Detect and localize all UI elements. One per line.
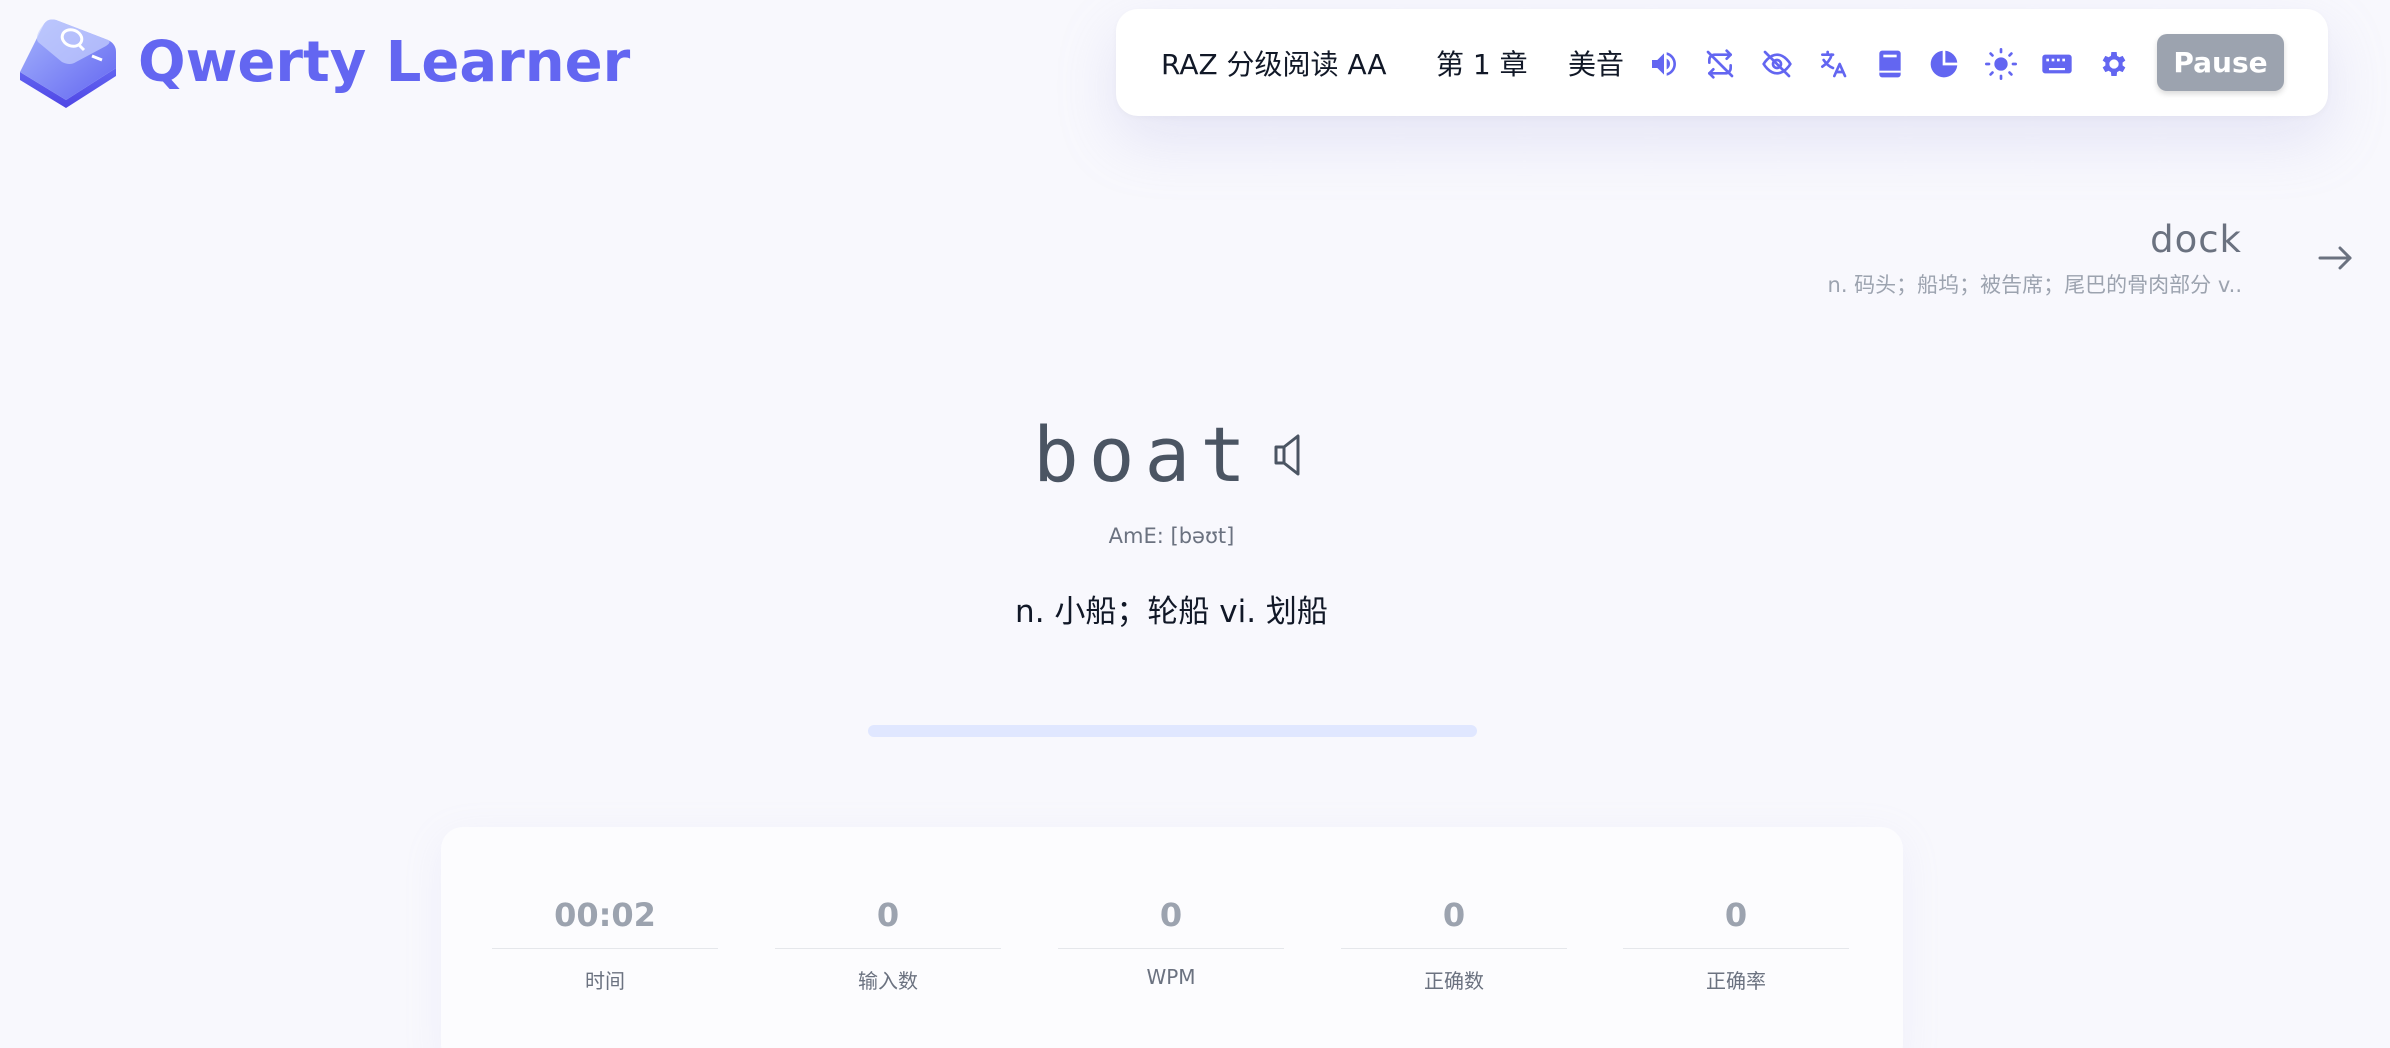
phonetic: AmE: [bəʊt] — [1108, 524, 1235, 548]
app-page: Qwerty Learner RAZ 分级阅读 AA 第 1 章 美音 Paus… — [0, 0, 2390, 1048]
app-title: Qwerty Learner — [138, 30, 631, 95]
pronunciation-selector[interactable]: 美音 — [1568, 9, 1624, 116]
stat-value: 0 — [1724, 896, 1748, 934]
keyboard-key-logo-icon — [20, 19, 116, 108]
translation-icon[interactable] — [1817, 48, 1849, 80]
stat-label: 输入数 — [858, 969, 918, 993]
progress-bar — [868, 725, 1477, 737]
divider — [1623, 948, 1849, 949]
divider — [492, 948, 718, 949]
current-word-row: boat — [0, 410, 2343, 499]
next-word-translation: n. 码头；船坞；被告席；尾巴的骨肉部分 v.. — [1827, 273, 2242, 297]
analysis-pie-icon[interactable] — [1928, 48, 1960, 80]
stat-value: 0 — [876, 896, 900, 934]
dictation-book-icon[interactable] — [1874, 48, 1906, 80]
divider — [1058, 948, 1284, 949]
logo[interactable]: Qwerty Learner — [16, 16, 630, 110]
current-word: boat — [1032, 410, 1257, 499]
hide-word-icon[interactable] — [1761, 48, 1793, 80]
next-word: dock — [2150, 218, 2242, 261]
stat-input-count: 0 输入数 — [775, 827, 1001, 994]
stat-value: 0 — [1159, 896, 1183, 934]
arrow-right-icon[interactable] — [2316, 242, 2356, 274]
chapter-selector[interactable]: 第 1 章 — [1436, 9, 1528, 116]
toolbar: RAZ 分级阅读 AA 第 1 章 美音 Pause — [1116, 9, 2328, 116]
stat-time: 00:02 时间 — [492, 827, 718, 994]
word-translation: n. 小船；轮船 vi. 划船 — [1015, 594, 1328, 630]
divider — [775, 948, 1001, 949]
divider — [1341, 948, 1567, 949]
stat-correct-count: 0 正确数 — [1341, 827, 1567, 994]
pause-button[interactable]: Pause — [2157, 34, 2284, 91]
loop-icon[interactable] — [1704, 48, 1736, 80]
dictionary-selector[interactable]: RAZ 分级阅读 AA — [1161, 9, 1387, 116]
stat-value: 00:02 — [554, 896, 656, 934]
stat-label: 正确数 — [1424, 969, 1484, 993]
next-word-panel[interactable]: dock n. 码头；船坞；被告席；尾巴的骨肉部分 v.. — [1828, 218, 2242, 299]
stats-panel: 00:02 时间 0 输入数 0 WPM 0 正确数 0 正确率 — [441, 827, 1903, 1048]
keyboard-icon[interactable] — [2041, 48, 2073, 80]
stat-label: 时间 — [585, 969, 625, 993]
theme-sun-icon[interactable] — [1985, 48, 2017, 80]
stat-accuracy: 0 正确率 — [1623, 827, 1849, 994]
word-speaker-icon[interactable] — [1270, 430, 1310, 480]
sound-icon[interactable] — [1648, 48, 1680, 80]
settings-gear-icon[interactable] — [2098, 48, 2130, 80]
stat-value: 0 — [1442, 896, 1466, 934]
stat-wpm: 0 WPM — [1058, 827, 1284, 989]
stat-label: 正确率 — [1706, 969, 1766, 993]
stat-label: WPM — [1146, 965, 1196, 989]
